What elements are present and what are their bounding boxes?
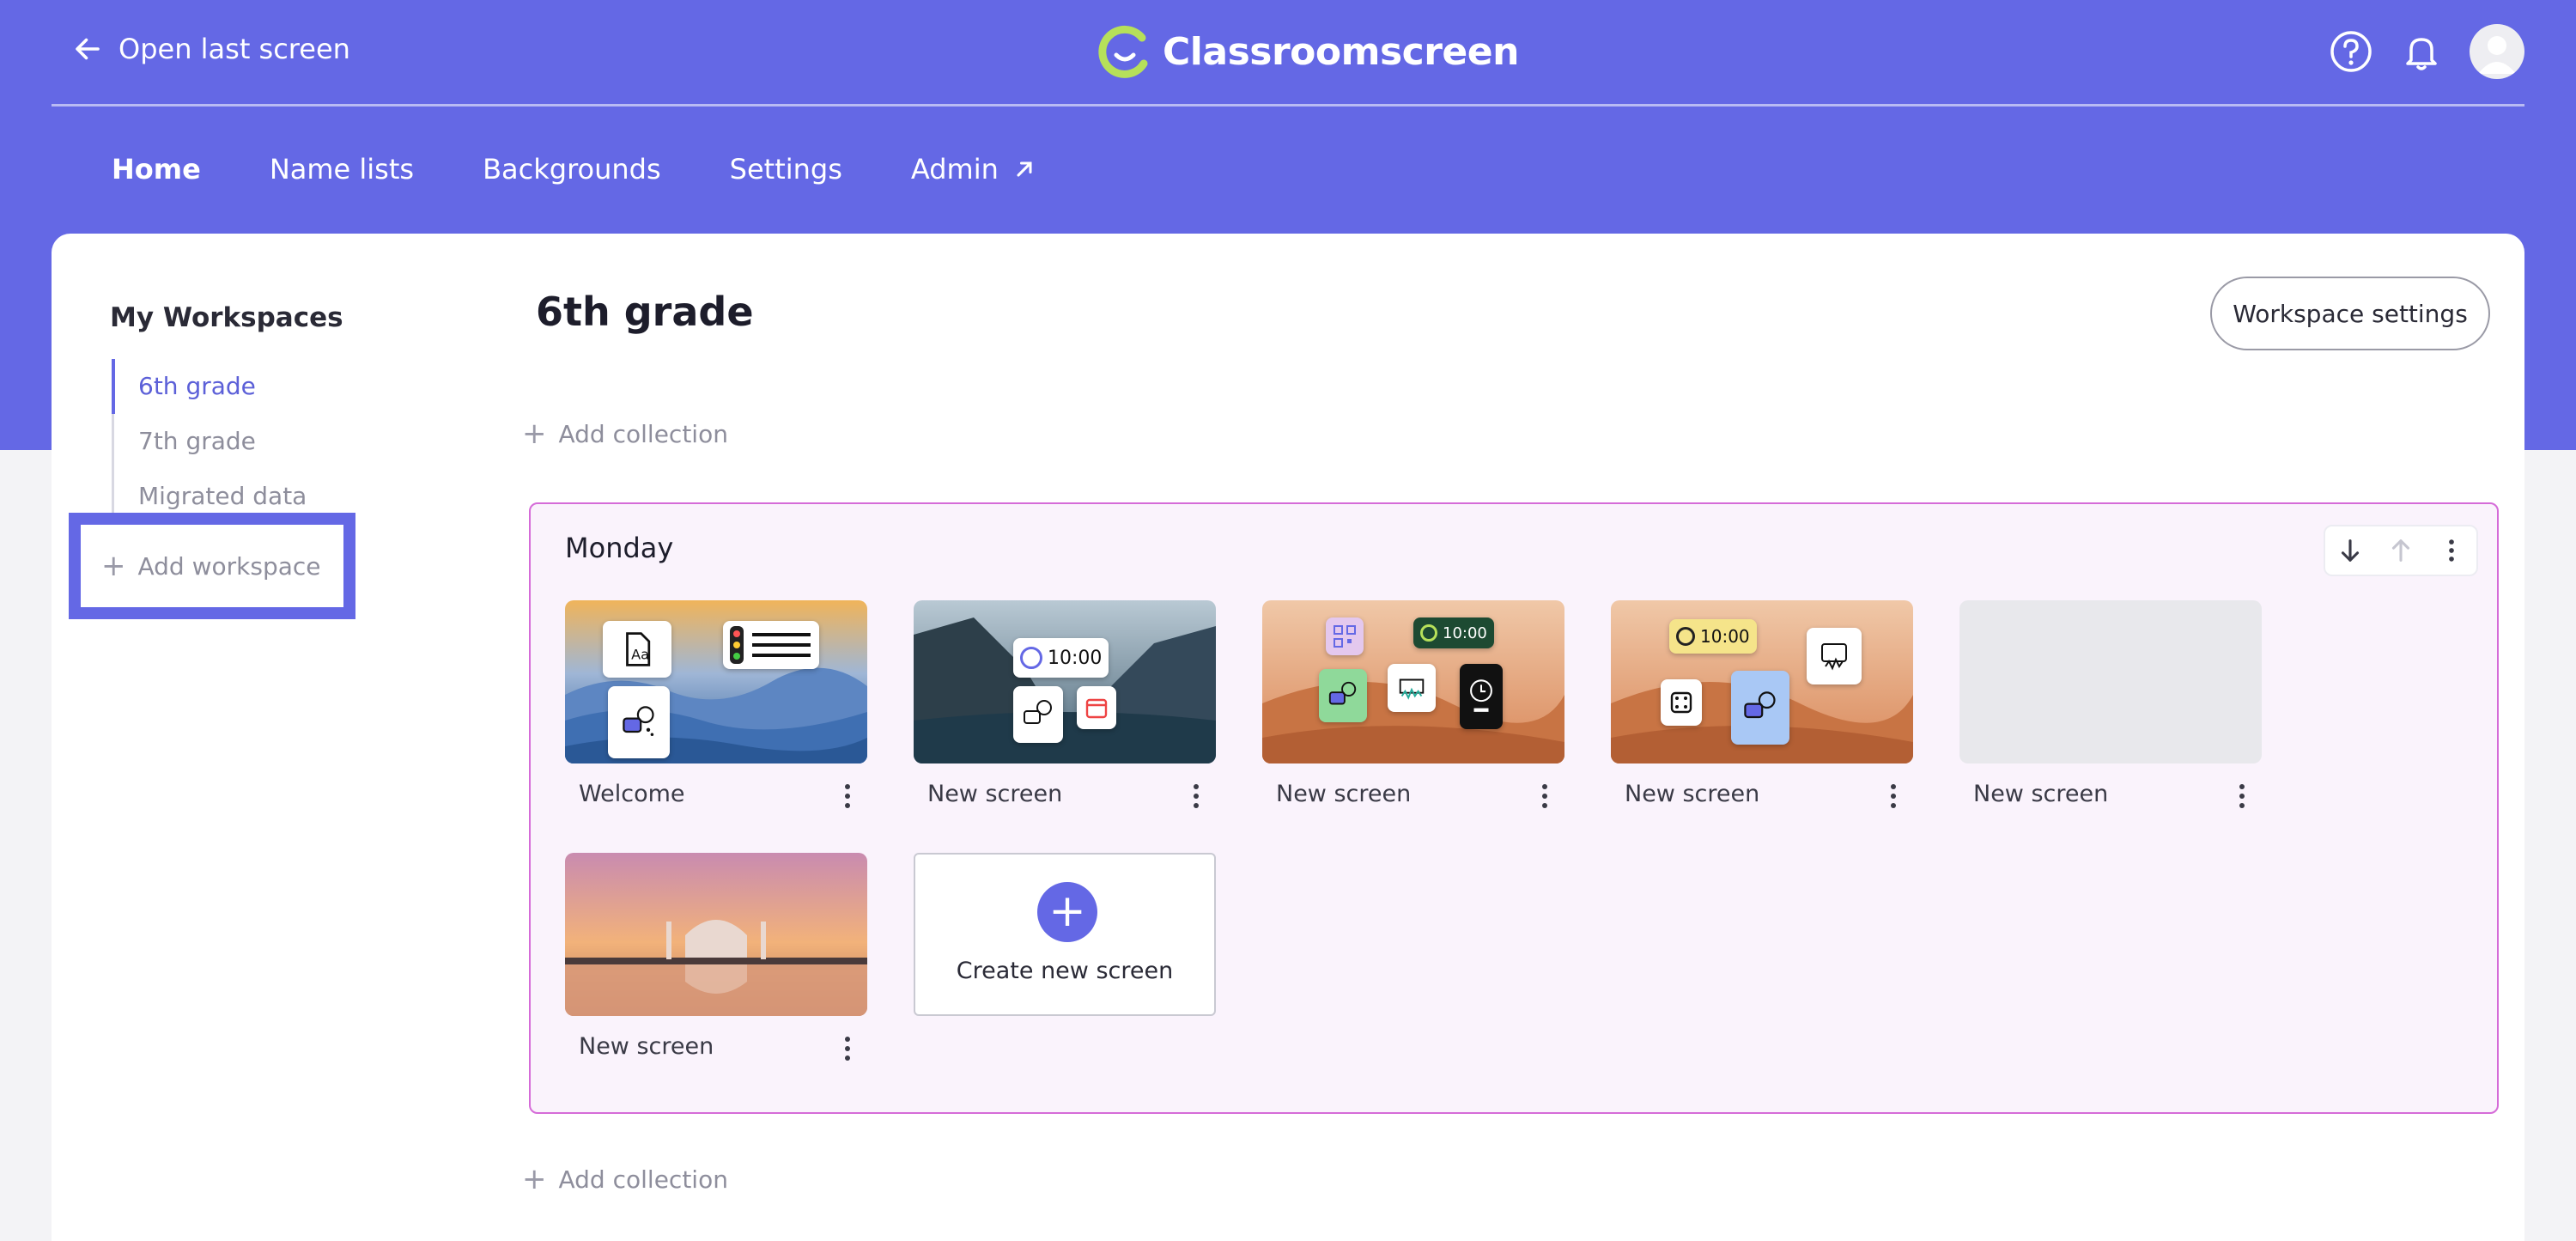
sidebar-title: My Workspaces <box>110 302 343 333</box>
add-collection-label: Add collection <box>558 419 728 448</box>
screen-thumbnail[interactable]: Aa <box>565 600 867 763</box>
screen-label: New screen <box>579 1033 714 1060</box>
more-vertical-icon[interactable] <box>1532 779 1558 813</box>
screen-thumbnail[interactable]: 10:00 <box>1611 600 1913 763</box>
workspace-list: 6th grade 7th grade Migrated data <box>111 359 307 524</box>
page-title: 6th grade <box>536 289 754 335</box>
arrow-down-icon <box>2342 539 2360 562</box>
screen-label: Welcome <box>579 781 685 807</box>
arrow-left-icon <box>76 38 100 60</box>
add-collection-bottom[interactable]: + Add collection <box>522 1165 728 1194</box>
top-bar: Open last screen Classroomscreen <box>52 0 2524 106</box>
plus-icon: + <box>1037 882 1097 942</box>
more-vertical-icon[interactable] <box>1183 779 1209 813</box>
clock-widget-icon <box>1460 664 1503 729</box>
screen-tile: 10:00 New screen <box>914 600 1216 808</box>
collection-menu-button[interactable] <box>2434 533 2469 568</box>
more-vertical-icon[interactable] <box>1880 779 1906 813</box>
screen-label: New screen <box>1973 781 2109 807</box>
workspace-item-7th-grade[interactable]: 7th grade <box>114 414 307 469</box>
open-last-screen-label: Open last screen <box>118 33 350 65</box>
timer-widget: 10:00 <box>1669 619 1757 654</box>
plus-icon: + <box>522 417 547 451</box>
workspace-settings-button[interactable]: Workspace settings <box>2210 277 2490 350</box>
move-down-button[interactable] <box>2333 533 2367 568</box>
help-button[interactable] <box>2329 29 2373 74</box>
screen-tile: New screen <box>1959 600 2262 808</box>
create-new-screen-button[interactable]: + Create new screen <box>914 853 1216 1016</box>
screen-tile: New screen <box>565 853 867 1061</box>
svg-text:Aa: Aa <box>631 647 649 663</box>
add-workspace-button[interactable]: + Add workspace <box>69 513 355 619</box>
nav-name-lists-label: Name lists <box>269 153 415 186</box>
brand[interactable]: Classroomscreen <box>1097 24 1519 79</box>
create-new-screen-label: Create new screen <box>956 958 1174 984</box>
user-icon <box>2478 36 2516 74</box>
brand-name: Classroomscreen <box>1163 29 1519 74</box>
nav-settings[interactable]: Settings <box>730 153 842 186</box>
calendar-widget-icon <box>1077 686 1116 729</box>
top-icons <box>2329 24 2524 79</box>
bell-icon <box>2406 38 2437 70</box>
screen-label: New screen <box>1625 781 1760 807</box>
sound-widget-icon <box>1731 671 1789 745</box>
add-collection-label: Add collection <box>558 1165 728 1194</box>
brand-logo-icon <box>1098 25 1148 78</box>
workspace-item-6th-grade[interactable]: 6th grade <box>111 359 307 414</box>
traffic-light-widget-icon <box>723 621 819 669</box>
screen-tile: 10:00 New screen <box>1262 600 1564 808</box>
sound-widget-icon <box>608 686 670 758</box>
drawing-widget-icon <box>1807 628 1862 684</box>
nav-admin-label: Admin <box>910 153 999 186</box>
sound-level-widget-icon <box>1388 664 1436 712</box>
text-widget-icon: Aa <box>603 621 671 678</box>
lake-background-image <box>914 600 1216 763</box>
notifications-button[interactable] <box>2399 29 2444 74</box>
external-link-icon <box>1017 161 1032 177</box>
plus-icon: + <box>101 549 126 583</box>
nav-home-label: Home <box>112 153 201 186</box>
dice-widget-icon <box>1661 679 1702 726</box>
timer-text: 10:00 <box>1443 624 1487 642</box>
nav-name-lists[interactable]: Name lists <box>270 153 414 186</box>
avatar[interactable] <box>2470 24 2524 79</box>
more-vertical-icon <box>2448 539 2454 562</box>
screen-thumbnail[interactable]: 10:00 <box>1262 600 1564 763</box>
plus-icon: + <box>522 1162 547 1196</box>
timer-text: 10:00 <box>1700 626 1750 647</box>
screen-label: New screen <box>1276 781 1412 807</box>
qr-code-widget-icon <box>1326 617 1364 655</box>
collection-title: Monday <box>565 532 674 564</box>
screen-label: New screen <box>927 781 1063 807</box>
collection-monday: Monday <box>529 502 2499 1114</box>
arrow-up-icon <box>2391 539 2410 562</box>
screen-tile: 10:00 New screen <box>1611 600 1913 808</box>
more-vertical-icon[interactable] <box>835 779 860 813</box>
screen-thumbnail[interactable]: 10:00 <box>914 600 1216 763</box>
sound-widget-icon <box>1319 669 1367 722</box>
open-last-screen-link[interactable]: Open last screen <box>72 33 350 65</box>
sound-widget-icon <box>1013 686 1063 743</box>
nav-settings-label: Settings <box>729 153 842 186</box>
main-nav: Home Name lists Backgrounds Settings Adm… <box>112 153 1036 186</box>
help-icon <box>2330 31 2372 72</box>
add-collection-top[interactable]: + Add collection <box>522 419 728 448</box>
nav-backgrounds-label: Backgrounds <box>483 153 661 186</box>
timer-text: 10:00 <box>1048 647 1103 669</box>
nav-backgrounds[interactable]: Backgrounds <box>483 153 661 186</box>
add-workspace-label: Add workspace <box>137 551 321 581</box>
move-up-button[interactable] <box>2384 533 2418 568</box>
more-vertical-icon[interactable] <box>835 1031 860 1066</box>
timer-widget: 10:00 <box>1013 638 1109 678</box>
screen-tile: Aa Welcome <box>565 600 867 808</box>
nav-admin[interactable]: Admin <box>911 153 1036 186</box>
screen-thumbnail[interactable] <box>1959 600 2262 763</box>
nav-home[interactable]: Home <box>112 153 201 186</box>
collection-tools <box>2324 525 2478 576</box>
timer-widget: 10:00 <box>1413 617 1494 648</box>
screen-thumbnail[interactable] <box>565 853 867 1016</box>
taj-mahal-background-image <box>565 853 867 1016</box>
more-vertical-icon[interactable] <box>2229 779 2255 813</box>
